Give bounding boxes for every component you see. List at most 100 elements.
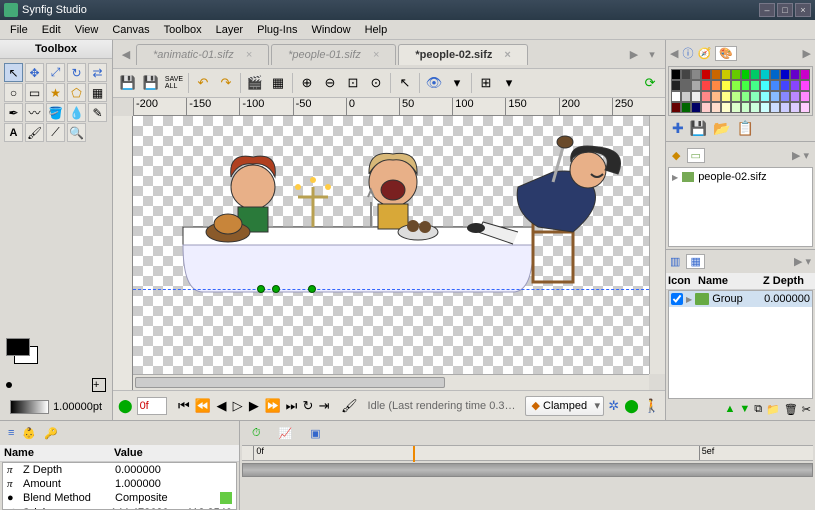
table-row[interactable]: ●Blend MethodComposite bbox=[3, 491, 236, 505]
keyframes-tab-icon[interactable]: 🔑 bbox=[44, 427, 58, 440]
palette-swatch[interactable] bbox=[790, 102, 800, 113]
redo-icon[interactable]: ↷ bbox=[215, 72, 237, 94]
curves-tab-icon[interactable]: 📈 bbox=[279, 427, 293, 440]
seek-end-icon[interactable]: ⏭ bbox=[285, 395, 299, 417]
palette-swatch[interactable] bbox=[731, 91, 741, 102]
zoom-100-icon[interactable]: ⊙ bbox=[365, 72, 387, 94]
document-tab[interactable]: *animatic-01.sifz× bbox=[136, 44, 269, 65]
menu-plug-ins[interactable]: Plug-Ins bbox=[251, 22, 303, 38]
rigging-icon[interactable]: 🚶 bbox=[643, 395, 661, 417]
menu-canvas[interactable]: Canvas bbox=[106, 22, 155, 38]
tool-transform[interactable]: ↖ bbox=[4, 63, 23, 82]
palette-swatch[interactable] bbox=[800, 69, 810, 80]
table-row[interactable]: ◉Origin-144.473630px,-112.3540 bbox=[3, 505, 236, 510]
palette-swatch[interactable] bbox=[681, 69, 691, 80]
palette-swatch[interactable] bbox=[780, 80, 790, 91]
tool-spline[interactable]: ✒ bbox=[4, 103, 23, 122]
seek-next-key-icon[interactable]: ⏩ bbox=[263, 395, 281, 417]
animate-mode-icon[interactable]: ⬤ bbox=[623, 395, 640, 417]
palette-swatch[interactable] bbox=[691, 91, 701, 102]
scrollbar-vertical[interactable] bbox=[649, 116, 665, 374]
list-item[interactable]: ▶ people-02.sifz bbox=[671, 170, 810, 184]
seek-start-icon[interactable]: ⏮ bbox=[177, 395, 191, 417]
table-row[interactable]: πZ Depth0.000000 bbox=[3, 463, 236, 477]
tool-eyedrop[interactable]: 💧 bbox=[67, 103, 86, 122]
menu-edit[interactable]: Edit bbox=[36, 22, 67, 38]
timetrack-tab-icon[interactable]: ⏱ bbox=[252, 427, 261, 440]
palette-swatch[interactable] bbox=[711, 80, 721, 91]
palette-swatch[interactable] bbox=[701, 102, 711, 113]
bounds-icon[interactable]: ⇥ bbox=[318, 395, 331, 417]
palette-swatch[interactable] bbox=[760, 91, 770, 102]
palette-swatch[interactable] bbox=[800, 91, 810, 102]
zoom-in-icon[interactable]: ⊕ bbox=[296, 72, 318, 94]
tool-scale[interactable]: ⤢ bbox=[46, 63, 65, 82]
gradient-preview[interactable] bbox=[10, 400, 49, 414]
palette-swatch[interactable] bbox=[750, 69, 760, 80]
layer-group-icon[interactable]: 📁 bbox=[766, 403, 780, 416]
seek-next-frame-icon[interactable]: ▶ bbox=[247, 395, 260, 417]
saveas-icon[interactable]: 💾 bbox=[140, 72, 162, 94]
palette-swatch[interactable] bbox=[671, 69, 681, 80]
tool-text[interactable]: A bbox=[4, 123, 23, 142]
palette-swatch[interactable] bbox=[750, 80, 760, 91]
palette-swatch[interactable] bbox=[671, 91, 681, 102]
tool-zoom[interactable]: 🔍 bbox=[67, 123, 86, 142]
play-icon[interactable]: ▷ bbox=[231, 395, 244, 417]
close-icon[interactable]: × bbox=[246, 49, 252, 61]
scrollbar-horizontal[interactable] bbox=[133, 374, 649, 390]
layer-nav[interactable]: ▶ ▾ bbox=[794, 255, 811, 268]
palette-swatch[interactable] bbox=[711, 69, 721, 80]
tab-next[interactable]: ▶ bbox=[625, 43, 643, 65]
tool-brush[interactable]: 🖌 bbox=[25, 123, 44, 142]
palette-swatch[interactable] bbox=[790, 91, 800, 102]
menu-window[interactable]: Window bbox=[305, 22, 356, 38]
seek-prev-key-icon[interactable]: ⏪ bbox=[194, 395, 212, 417]
onion-icon[interactable]: 👁 bbox=[423, 72, 445, 94]
table-row[interactable]: ▶ Group 0.000000 bbox=[669, 291, 812, 307]
library-tab-icon[interactable]: ◆ bbox=[672, 149, 680, 162]
tool-width[interactable]: ⟋ bbox=[46, 123, 65, 142]
palette-swatch[interactable] bbox=[731, 102, 741, 113]
palette-swatch[interactable] bbox=[760, 80, 770, 91]
sets-tab-icon[interactable]: ▦ bbox=[686, 254, 704, 269]
canvas[interactable] bbox=[133, 116, 649, 374]
zoom-out-icon[interactable]: ⊖ bbox=[319, 72, 341, 94]
close-icon[interactable]: × bbox=[504, 49, 510, 61]
maximize-button[interactable]: □ bbox=[777, 3, 793, 17]
palette-swatch[interactable] bbox=[790, 69, 800, 80]
menu-layer[interactable]: Layer bbox=[210, 22, 250, 38]
palette-swatch[interactable] bbox=[770, 69, 780, 80]
layer-list[interactable]: ▶ Group 0.000000 bbox=[668, 290, 813, 399]
tool-star[interactable]: ★ bbox=[46, 83, 65, 102]
tool-polygon[interactable]: ⬠ bbox=[67, 83, 86, 102]
close-button[interactable]: × bbox=[795, 3, 811, 17]
palette-swatch[interactable] bbox=[750, 91, 760, 102]
tool-sketch[interactable]: ✎ bbox=[88, 103, 107, 122]
palette-swatch[interactable] bbox=[800, 102, 810, 113]
palette-save-icon[interactable]: 💾 bbox=[690, 120, 707, 137]
refresh-icon[interactable]: ⟳ bbox=[639, 72, 661, 94]
nav-tab-icon[interactable]: 🧭 bbox=[698, 47, 712, 60]
palette-swatch[interactable] bbox=[731, 80, 741, 91]
palette-swatch[interactable] bbox=[770, 91, 780, 102]
tool-circle[interactable]: ○ bbox=[4, 83, 23, 102]
palette-swatch[interactable] bbox=[681, 80, 691, 91]
lib-nav[interactable]: ▶ ▾ bbox=[792, 149, 809, 162]
layer-del-icon[interactable]: 🗑 bbox=[784, 403, 798, 416]
palette-open-icon[interactable]: 📂 bbox=[713, 120, 730, 137]
palette-swatch[interactable] bbox=[681, 102, 691, 113]
undo-icon[interactable]: ↶ bbox=[192, 72, 214, 94]
timeline-track[interactable] bbox=[242, 463, 813, 477]
children-tab-icon[interactable]: 👶 bbox=[22, 427, 36, 440]
palette-swatch[interactable] bbox=[760, 102, 770, 113]
palette-swatch[interactable] bbox=[691, 80, 701, 91]
palette-default-icon[interactable]: 📋 bbox=[737, 120, 754, 137]
palette-swatch[interactable] bbox=[770, 80, 780, 91]
layer-cut-icon[interactable]: ✂ bbox=[802, 403, 811, 416]
tool-smooth-move[interactable]: ✥ bbox=[25, 63, 44, 82]
palette-swatch[interactable] bbox=[701, 69, 711, 80]
palette-swatch[interactable] bbox=[790, 80, 800, 91]
palette-swatch[interactable] bbox=[671, 80, 681, 91]
guide-line[interactable] bbox=[133, 289, 649, 290]
